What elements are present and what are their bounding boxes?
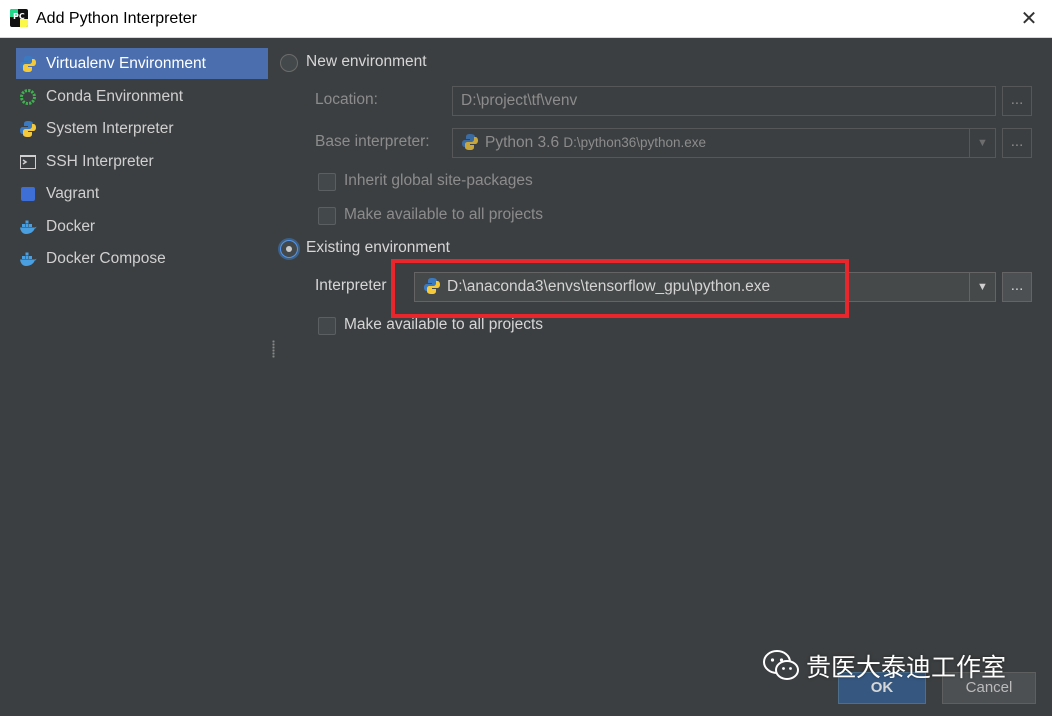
base-interpreter-browse-button[interactable]: ... [1002,128,1032,158]
watermark-text: 贵医大泰迪工作室 [806,653,1007,682]
new-env-make-available-label: Make available to all projects [344,206,544,223]
sidebar-item-label: Vagrant [46,185,100,202]
new-environment-label: New environment [306,53,427,70]
base-interpreter-path: D:\python36\python.exe [563,135,707,150]
chevron-down-icon[interactable]: ▼ [969,273,995,301]
interpreter-type-list: Virtualenv Environment Conda Environment… [0,39,272,716]
vagrant-icon [21,187,35,201]
sidebar-item-ssh[interactable]: SSH Interpreter [16,146,268,177]
docker-icon [20,220,37,234]
title-bar: PC Add Python Interpreter ✕ [0,0,1052,38]
sidebar-item-docker[interactable]: Docker [16,211,268,242]
new-environment-radio[interactable] [280,54,298,72]
chevron-down-icon[interactable]: ▼ [969,129,995,157]
existing-environment-radio[interactable] [280,240,298,258]
annotation-highlight-box [391,259,849,318]
pycharm-app-icon: PC [10,9,28,27]
inherit-site-packages-label: Inherit global site-packages [344,172,533,189]
interpreter-label: Interpreter [315,277,387,294]
close-icon[interactable]: ✕ [1016,6,1042,32]
interpreter-browse-button[interactable]: ... [1002,272,1032,302]
python-icon [462,133,478,150]
existing-env-make-available-label: Make available to all projects [344,316,544,333]
inherit-site-packages-checkbox[interactable] [318,173,336,191]
sidebar-item-label: Docker [46,218,96,235]
splitter-handle[interactable] [272,340,275,358]
sidebar-item-label: Conda Environment [46,88,183,105]
sidebar-item-vagrant[interactable]: Vagrant [16,178,268,209]
base-interpreter-dropdown[interactable]: Python 3.6 D:\python36\python.exe ▼ [452,128,996,158]
location-field[interactable]: D:\project\tf\venv [452,86,996,116]
existing-environment-label: Existing environment [306,239,450,256]
sidebar-item-virtualenv[interactable]: Virtualenv Environment [16,48,268,79]
existing-env-make-available-checkbox[interactable] [318,317,336,335]
sidebar-item-system-interpreter[interactable]: System Interpreter [16,113,268,144]
terminal-icon [20,155,36,169]
sidebar-item-label: System Interpreter [46,120,174,137]
sidebar-item-conda[interactable]: Conda Environment [16,81,268,112]
python-icon [20,121,36,137]
new-env-make-available-checkbox[interactable] [318,207,336,225]
sidebar-item-label: Docker Compose [46,250,166,267]
wechat-watermark: 贵医大泰迪工作室 [762,648,1006,688]
sidebar-item-label: Virtualenv Environment [46,55,206,72]
wechat-icon [763,650,799,680]
location-label: Location: [315,91,378,108]
conda-icon [20,89,36,105]
base-interpreter-label: Base interpreter: [315,133,430,150]
window-title: Add Python Interpreter [36,10,197,27]
base-interpreter-name: Python 3.6 [485,134,560,151]
sidebar-item-docker-compose[interactable]: Docker Compose [16,243,268,274]
location-browse-button[interactable]: ... [1002,86,1032,116]
python-venv-icon [20,56,36,72]
sidebar-item-label: SSH Interpreter [46,153,154,170]
docker-compose-icon [20,252,37,266]
